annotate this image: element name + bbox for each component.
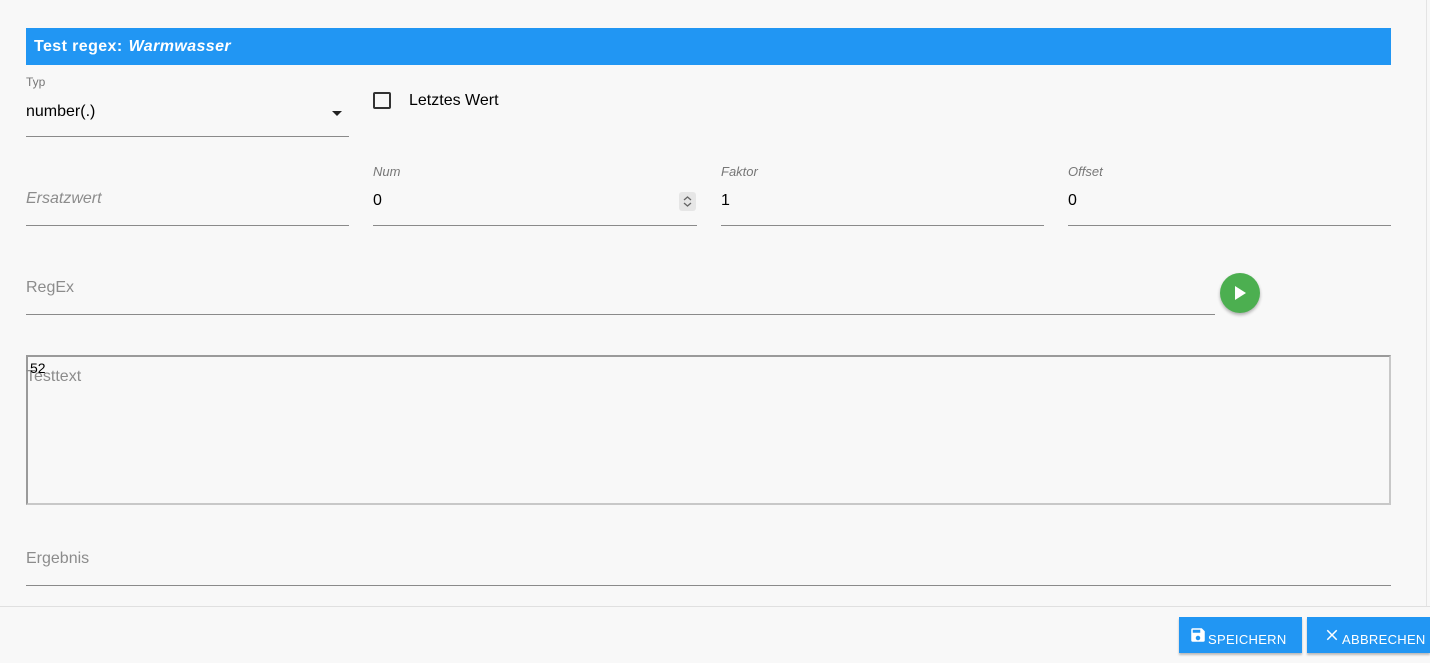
letztes-wert-label: Letztes Wert [409,92,499,109]
faktor-label: Faktor [721,164,758,179]
regex-placeholder: RegEx [26,279,75,296]
typ-label: Typ [26,75,46,89]
dialog-title-prefix: Test regex: [34,38,123,55]
faktor-value: 1 [721,192,730,209]
testtext-value: 52 [30,360,46,376]
num-input[interactable] [373,180,697,226]
ersatzwert-placeholder: Ersatzwert [26,190,102,207]
offset-value: 0 [1068,192,1077,209]
regex-input[interactable] [26,270,1215,315]
close-icon [1326,629,1338,641]
save-icon [1191,628,1205,642]
faktor-input[interactable] [721,180,1044,226]
stepper-icon[interactable] [679,192,696,211]
ergebnis-placeholder: Ergebnis [26,550,90,567]
save-button-label: Speichern [1208,631,1287,647]
run-test-button[interactable] [1220,273,1260,313]
offset-label: Offset [1068,164,1103,179]
dialog-title-name: Warmwasser [128,38,232,55]
regex-test-dialog: Test regex: Warmwasser Typ number(.) Letz… [0,0,1427,606]
testtext-area[interactable] [26,355,1391,505]
caret-down-icon [332,111,342,116]
letztes-wert-checkbox[interactable] [373,92,391,109]
ergebnis-field [26,540,1391,586]
play-icon [1235,286,1246,300]
dialog-title: Test regex: Warmwasser [26,28,1391,65]
offset-input[interactable] [1068,180,1391,226]
cancel-button[interactable]: Abbrechen [1307,617,1430,653]
cancel-button-label: Abbrechen [1342,631,1426,647]
typ-value: number(.) [26,103,96,120]
save-button[interactable]: Speichern [1179,617,1302,653]
num-label: Num [373,164,401,179]
num-value: 0 [373,192,382,209]
